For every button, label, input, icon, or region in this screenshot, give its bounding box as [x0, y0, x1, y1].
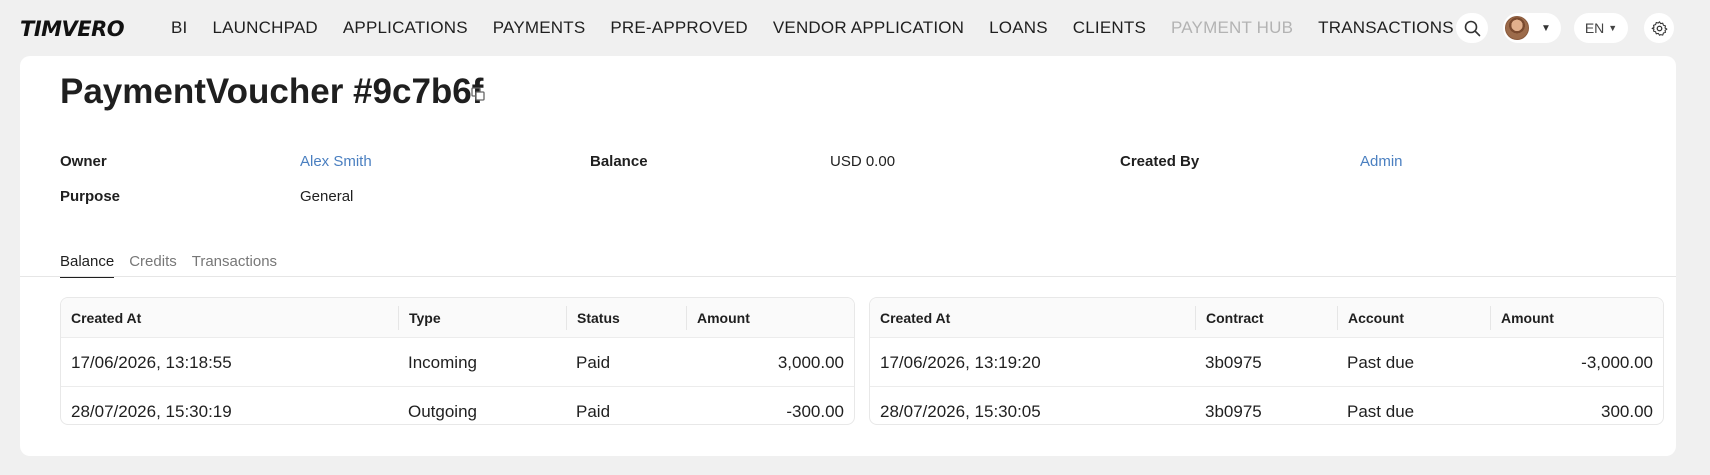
gear-icon [1651, 20, 1667, 36]
chevron-down-icon: ▼ [1608, 23, 1618, 33]
cell-amount: -3,000.00 [1581, 353, 1653, 372]
created-by-label: Created By [1120, 153, 1200, 170]
chevron-down-icon: ▼ [1541, 22, 1551, 34]
cell-status: Paid [576, 353, 611, 372]
table-header: Created At Type Status Amount [61, 298, 854, 338]
table-row[interactable]: 28/07/2026, 15:30:19 Outgoing Paid -300.… [61, 387, 854, 424]
created-by-link[interactable]: Admin [1360, 153, 1403, 170]
settings-button[interactable] [1644, 13, 1674, 43]
top-navigation-bar: TIMVERO BI LAUNCHPAD APPLICATIONS PAYMEN… [0, 0, 1710, 56]
nav-item-vendor-application[interactable]: VENDOR APPLICATION [773, 18, 964, 38]
cell-amount: 300.00 [1601, 402, 1653, 421]
nav-item-bi[interactable]: BI [171, 18, 187, 38]
nav-item-clients[interactable]: CLIENTS [1073, 18, 1146, 38]
purpose-value: General [300, 188, 354, 205]
column-header-amount[interactable]: Amount [1490, 306, 1554, 330]
nav-item-applications[interactable]: APPLICATIONS [343, 18, 468, 38]
cell-type: Incoming [408, 353, 477, 372]
cell-created-at: 28/07/2026, 15:30:05 [880, 402, 1041, 421]
tab-divider [20, 276, 1676, 277]
contract-link[interactable]: 3b0975 [1195, 338, 1262, 387]
tab-bar: Balance Credits Transactions [60, 253, 292, 278]
nav-item-payments[interactable]: PAYMENTS [493, 18, 586, 38]
credit-allocations-table: Created At Contract Account Amount 17/06… [869, 297, 1664, 425]
cell-account: Past due [1347, 402, 1415, 421]
cell-type: Outgoing [408, 402, 477, 421]
cell-status: Paid [576, 402, 611, 421]
copy-icon[interactable] [470, 86, 486, 102]
balance-value: USD 0.00 [830, 153, 896, 170]
avatar [1505, 16, 1529, 40]
owner-link[interactable]: Alex Smith [300, 153, 372, 170]
search-icon [1464, 20, 1480, 36]
app-logo[interactable]: TIMVERO [20, 17, 125, 41]
nav-item-transactions[interactable]: TRANSACTIONS [1318, 18, 1454, 38]
main-nav: BI LAUNCHPAD APPLICATIONS PAYMENTS PRE-A… [171, 0, 1479, 56]
nav-item-loans[interactable]: LOANS [989, 18, 1048, 38]
nav-item-launchpad[interactable]: LAUNCHPAD [212, 18, 317, 38]
contract-link[interactable]: 3b0975 [1195, 387, 1262, 424]
cell-amount: -300.00 [786, 402, 844, 421]
column-header-amount[interactable]: Amount [686, 306, 750, 330]
voucher-card: PaymentVoucher #9c7b6f Owner Alex Smith … [20, 56, 1676, 456]
cell-created-at: 17/06/2026, 13:18:55 [71, 353, 232, 372]
nav-item-pre-approved[interactable]: PRE-APPROVED [610, 18, 748, 38]
balance-entries-table: Created At Type Status Amount 17/06/2026… [60, 297, 855, 425]
cell-account: Past due [1347, 353, 1415, 372]
column-header-created-at[interactable]: Created At [61, 298, 141, 338]
search-button[interactable] [1456, 13, 1488, 43]
tab-balance[interactable]: Balance [60, 253, 115, 278]
table-row[interactable]: 28/07/2026, 15:30:05 3b0975 Past due 300… [870, 387, 1663, 424]
cell-created-at: 28/07/2026, 15:30:19 [71, 402, 232, 421]
cell-amount: 3,000.00 [777, 353, 844, 372]
page-title: PaymentVoucher #9c7b6f [60, 72, 484, 111]
tab-transactions[interactable]: Transactions [192, 253, 277, 278]
table-row[interactable]: 17/06/2026, 13:19:20 3b0975 Past due -3,… [870, 338, 1663, 387]
tab-credits[interactable]: Credits [129, 253, 177, 278]
language-selector[interactable]: EN ▼ [1574, 13, 1628, 43]
table-row[interactable]: 17/06/2026, 13:18:55 Incoming Paid 3,000… [61, 338, 854, 387]
balance-label: Balance [590, 153, 648, 170]
column-header-status[interactable]: Status [566, 306, 620, 330]
column-header-account[interactable]: Account [1337, 306, 1404, 330]
user-menu-button[interactable]: ▼ [1503, 13, 1561, 43]
owner-label: Owner [60, 153, 107, 170]
column-header-type[interactable]: Type [398, 306, 441, 330]
nav-item-payment-hub[interactable]: PAYMENT HUB [1171, 18, 1293, 38]
column-header-contract[interactable]: Contract [1195, 306, 1264, 330]
cell-created-at: 17/06/2026, 13:19:20 [880, 353, 1041, 372]
purpose-label: Purpose [60, 188, 121, 205]
column-header-created-at[interactable]: Created At [870, 298, 950, 338]
language-label: EN [1584, 20, 1605, 36]
table-header: Created At Contract Account Amount [870, 298, 1663, 338]
